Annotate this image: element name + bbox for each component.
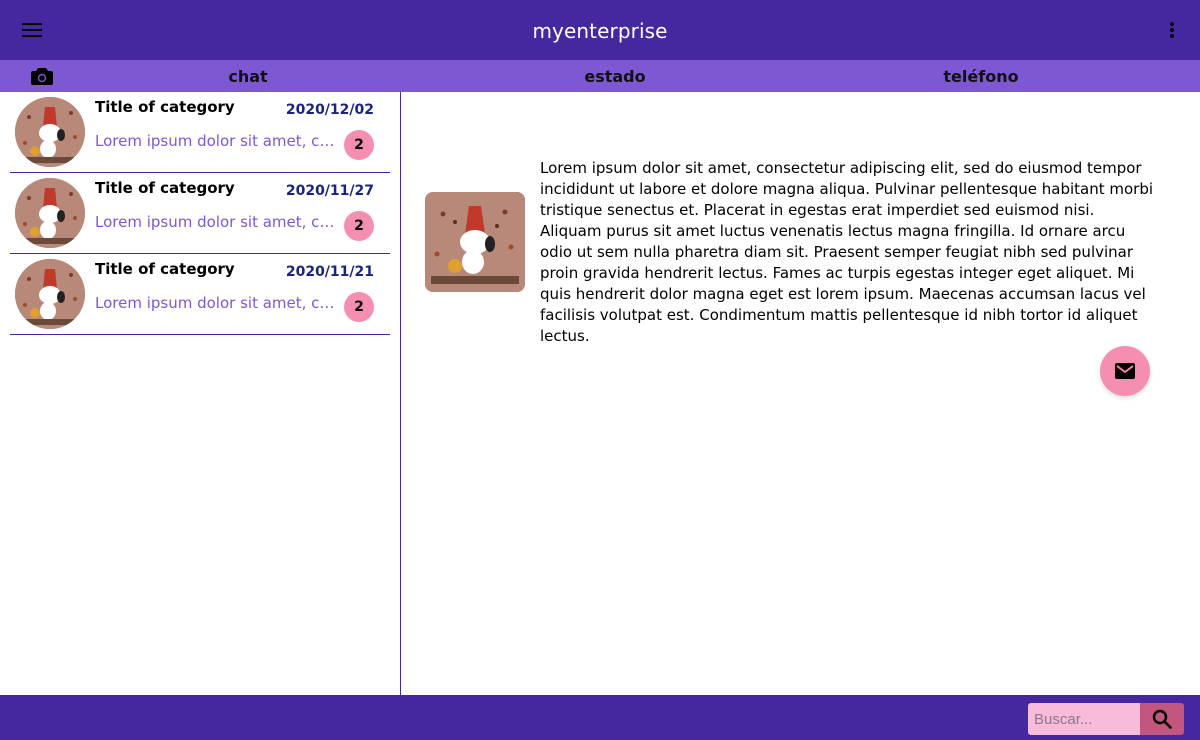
more-options-button[interactable] [1164,18,1180,42]
chat-list-item[interactable]: Title of category 2020/11/27 Lorem ipsum… [10,173,390,254]
chat-sidebar: Title of category 2020/12/02 Lorem ipsum… [0,92,401,695]
avatar [15,178,85,248]
chat-title: Title of category [95,98,235,116]
tab-bar: chat estado teléfono [0,60,1200,92]
camera-icon [31,68,53,85]
compose-mail-button[interactable] [1100,346,1150,396]
chat-title: Title of category [95,260,235,278]
search-icon [1152,709,1172,729]
avatar [15,259,85,329]
chat-preview: Lorem ipsum dolor sit amet, consectetur … [95,294,340,312]
app-title: myenterprise [532,19,668,43]
avatar [15,97,85,167]
bottom-bar [0,695,1200,740]
unread-badge: 2 [344,211,374,241]
chat-date: 2020/12/02 [285,102,374,118]
tab-chat[interactable]: chat [200,60,296,92]
more-vert-icon [1170,22,1174,38]
tab-camera[interactable] [28,60,56,92]
tab-estado[interactable]: estado [567,60,663,92]
chat-preview: Lorem ipsum dolor sit amet, consectetur … [95,132,340,150]
chat-list-item[interactable]: Title of category 2020/12/02 Lorem ipsum… [10,92,390,173]
chat-list: Title of category 2020/12/02 Lorem ipsum… [10,92,390,335]
mail-icon [1115,363,1135,379]
chat-date: 2020/11/27 [285,183,374,199]
unread-badge: 2 [344,292,374,322]
detail-body-text: Lorem ipsum dolor sit amet, consectetur … [540,159,1154,345]
detail-panel: Lorem ipsum dolor sit amet, consectetur … [401,92,1200,695]
app-bar: myenterprise [0,0,1200,60]
chat-title: Title of category [95,179,235,197]
chat-list-item[interactable]: Title of category 2020/11/21 Lorem ipsum… [10,254,390,335]
tab-telefono[interactable]: teléfono [933,60,1029,92]
search-button[interactable] [1140,703,1184,735]
chat-date: 2020/11/21 [285,264,374,280]
chat-preview: Lorem ipsum dolor sit amet, consectetur … [95,213,340,231]
detail-image [425,192,525,292]
search-input[interactable] [1028,703,1140,735]
unread-badge: 2 [344,130,374,160]
